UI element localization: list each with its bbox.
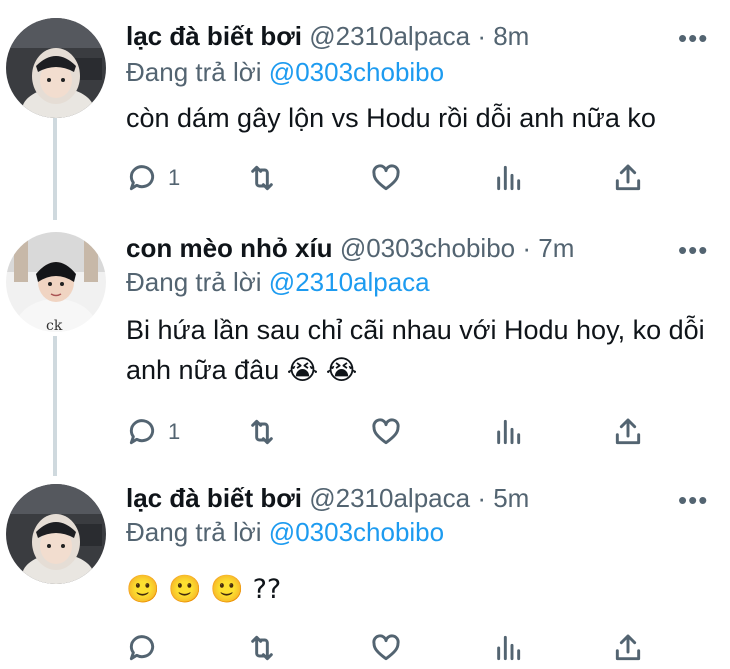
reply-button[interactable] bbox=[126, 630, 168, 666]
retweet-icon bbox=[251, 635, 273, 661]
share-button[interactable] bbox=[612, 414, 644, 450]
svg-text:ck: ck bbox=[46, 318, 63, 332]
avatar[interactable]: ck bbox=[6, 232, 106, 332]
retweet-button[interactable] bbox=[246, 414, 278, 450]
display-name[interactable]: lạc đà biết bơi bbox=[126, 21, 302, 51]
replying-to-label: Đang trả lời bbox=[126, 57, 262, 87]
reply-icon bbox=[129, 419, 155, 445]
analytics-icon bbox=[497, 165, 521, 191]
like-button[interactable] bbox=[370, 414, 402, 450]
more-icon[interactable]: ••• bbox=[678, 237, 708, 263]
timestamp[interactable]: 7m bbox=[538, 233, 574, 263]
replying-to-label: Đang trả lời bbox=[126, 517, 262, 547]
separator-dot: · bbox=[522, 233, 532, 263]
retweet-button[interactable] bbox=[246, 630, 278, 666]
like-icon bbox=[372, 164, 400, 191]
user-handle[interactable]: @2310alpaca bbox=[309, 483, 470, 513]
mention-link[interactable]: @0303chobibo bbox=[269, 517, 444, 547]
display-name[interactable]: lạc đà biết bơi bbox=[126, 483, 302, 513]
share-button[interactable] bbox=[612, 160, 644, 196]
tweet-actions: 1 bbox=[126, 414, 656, 450]
tweet-text: còn dám gây lộn vs Hodu rồi dỗi anh nữa … bbox=[126, 103, 656, 133]
reply-count: 1 bbox=[168, 419, 181, 444]
retweet-icon bbox=[251, 165, 273, 191]
analytics-icon bbox=[497, 419, 521, 445]
reply-count: 1 bbox=[168, 165, 181, 190]
separator-dot: · bbox=[477, 483, 486, 513]
analytics-button[interactable] bbox=[492, 630, 524, 666]
tweet-header: lạc đà biết bơi @2310alpaca · 8m bbox=[126, 20, 529, 52]
analytics-button[interactable] bbox=[492, 414, 524, 450]
like-icon bbox=[372, 634, 400, 661]
reply-button[interactable]: 1 bbox=[126, 160, 180, 196]
replying-to: Đang trả lời @0303chobibo bbox=[126, 56, 444, 88]
tweet[interactable]: lạc đà biết bơi @2310alpaca · 8m ••• Đan… bbox=[0, 0, 730, 220]
share-button[interactable] bbox=[612, 630, 644, 666]
share-icon bbox=[615, 634, 641, 661]
reply-icon bbox=[129, 165, 155, 191]
share-icon bbox=[615, 164, 641, 191]
like-button[interactable] bbox=[370, 160, 402, 196]
retweet-button[interactable] bbox=[246, 160, 278, 196]
user-handle[interactable]: @2310alpaca bbox=[309, 21, 470, 51]
retweet-icon bbox=[251, 419, 273, 445]
analytics-button[interactable] bbox=[492, 160, 524, 196]
tweet-header: lạc đà biết bơi @2310alpaca · 5m bbox=[126, 482, 529, 514]
share-icon bbox=[615, 418, 641, 445]
tweet-actions bbox=[126, 630, 656, 666]
like-icon bbox=[372, 418, 400, 445]
avatar[interactable] bbox=[6, 484, 106, 584]
tweet-header: con mèo nhỏ xíu @0303chobibo · 7m bbox=[126, 232, 574, 264]
mention-link[interactable]: @0303chobibo bbox=[269, 57, 444, 87]
replying-to-label: Đang trả lời bbox=[126, 267, 262, 297]
reply-icon bbox=[129, 635, 155, 661]
more-icon[interactable]: ••• bbox=[678, 487, 708, 513]
reply-button[interactable]: 1 bbox=[126, 414, 180, 450]
timestamp[interactable]: 8m bbox=[493, 21, 529, 51]
tweet-text: Bi hứa lần sau chỉ cãi nhau với Hodu hoy… bbox=[126, 315, 705, 385]
mention-link[interactable]: @2310alpaca bbox=[269, 267, 430, 297]
more-icon[interactable]: ••• bbox=[678, 25, 708, 51]
tweet[interactable]: ck con mèo nhỏ xíu @0303chobibo · 7m •••… bbox=[0, 220, 730, 474]
display-name[interactable]: con mèo nhỏ xíu bbox=[126, 233, 333, 263]
tweet[interactable]: lạc đà biết bơi @2310alpaca · 5m ••• Đan… bbox=[0, 474, 730, 669]
analytics-icon bbox=[497, 635, 521, 661]
tweet-actions: 1 bbox=[126, 160, 656, 196]
avatar[interactable] bbox=[6, 18, 106, 118]
replying-to: Đang trả lời @2310alpaca bbox=[126, 266, 430, 298]
user-handle[interactable]: @0303chobibo bbox=[340, 233, 515, 263]
timestamp[interactable]: 5m bbox=[493, 483, 529, 513]
tweet-text: 🙂 🙂 🙂 ?? bbox=[126, 574, 282, 605]
replying-to: Đang trả lời @0303chobibo bbox=[126, 516, 444, 548]
separator-dot: · bbox=[477, 21, 486, 51]
like-button[interactable] bbox=[370, 630, 402, 666]
